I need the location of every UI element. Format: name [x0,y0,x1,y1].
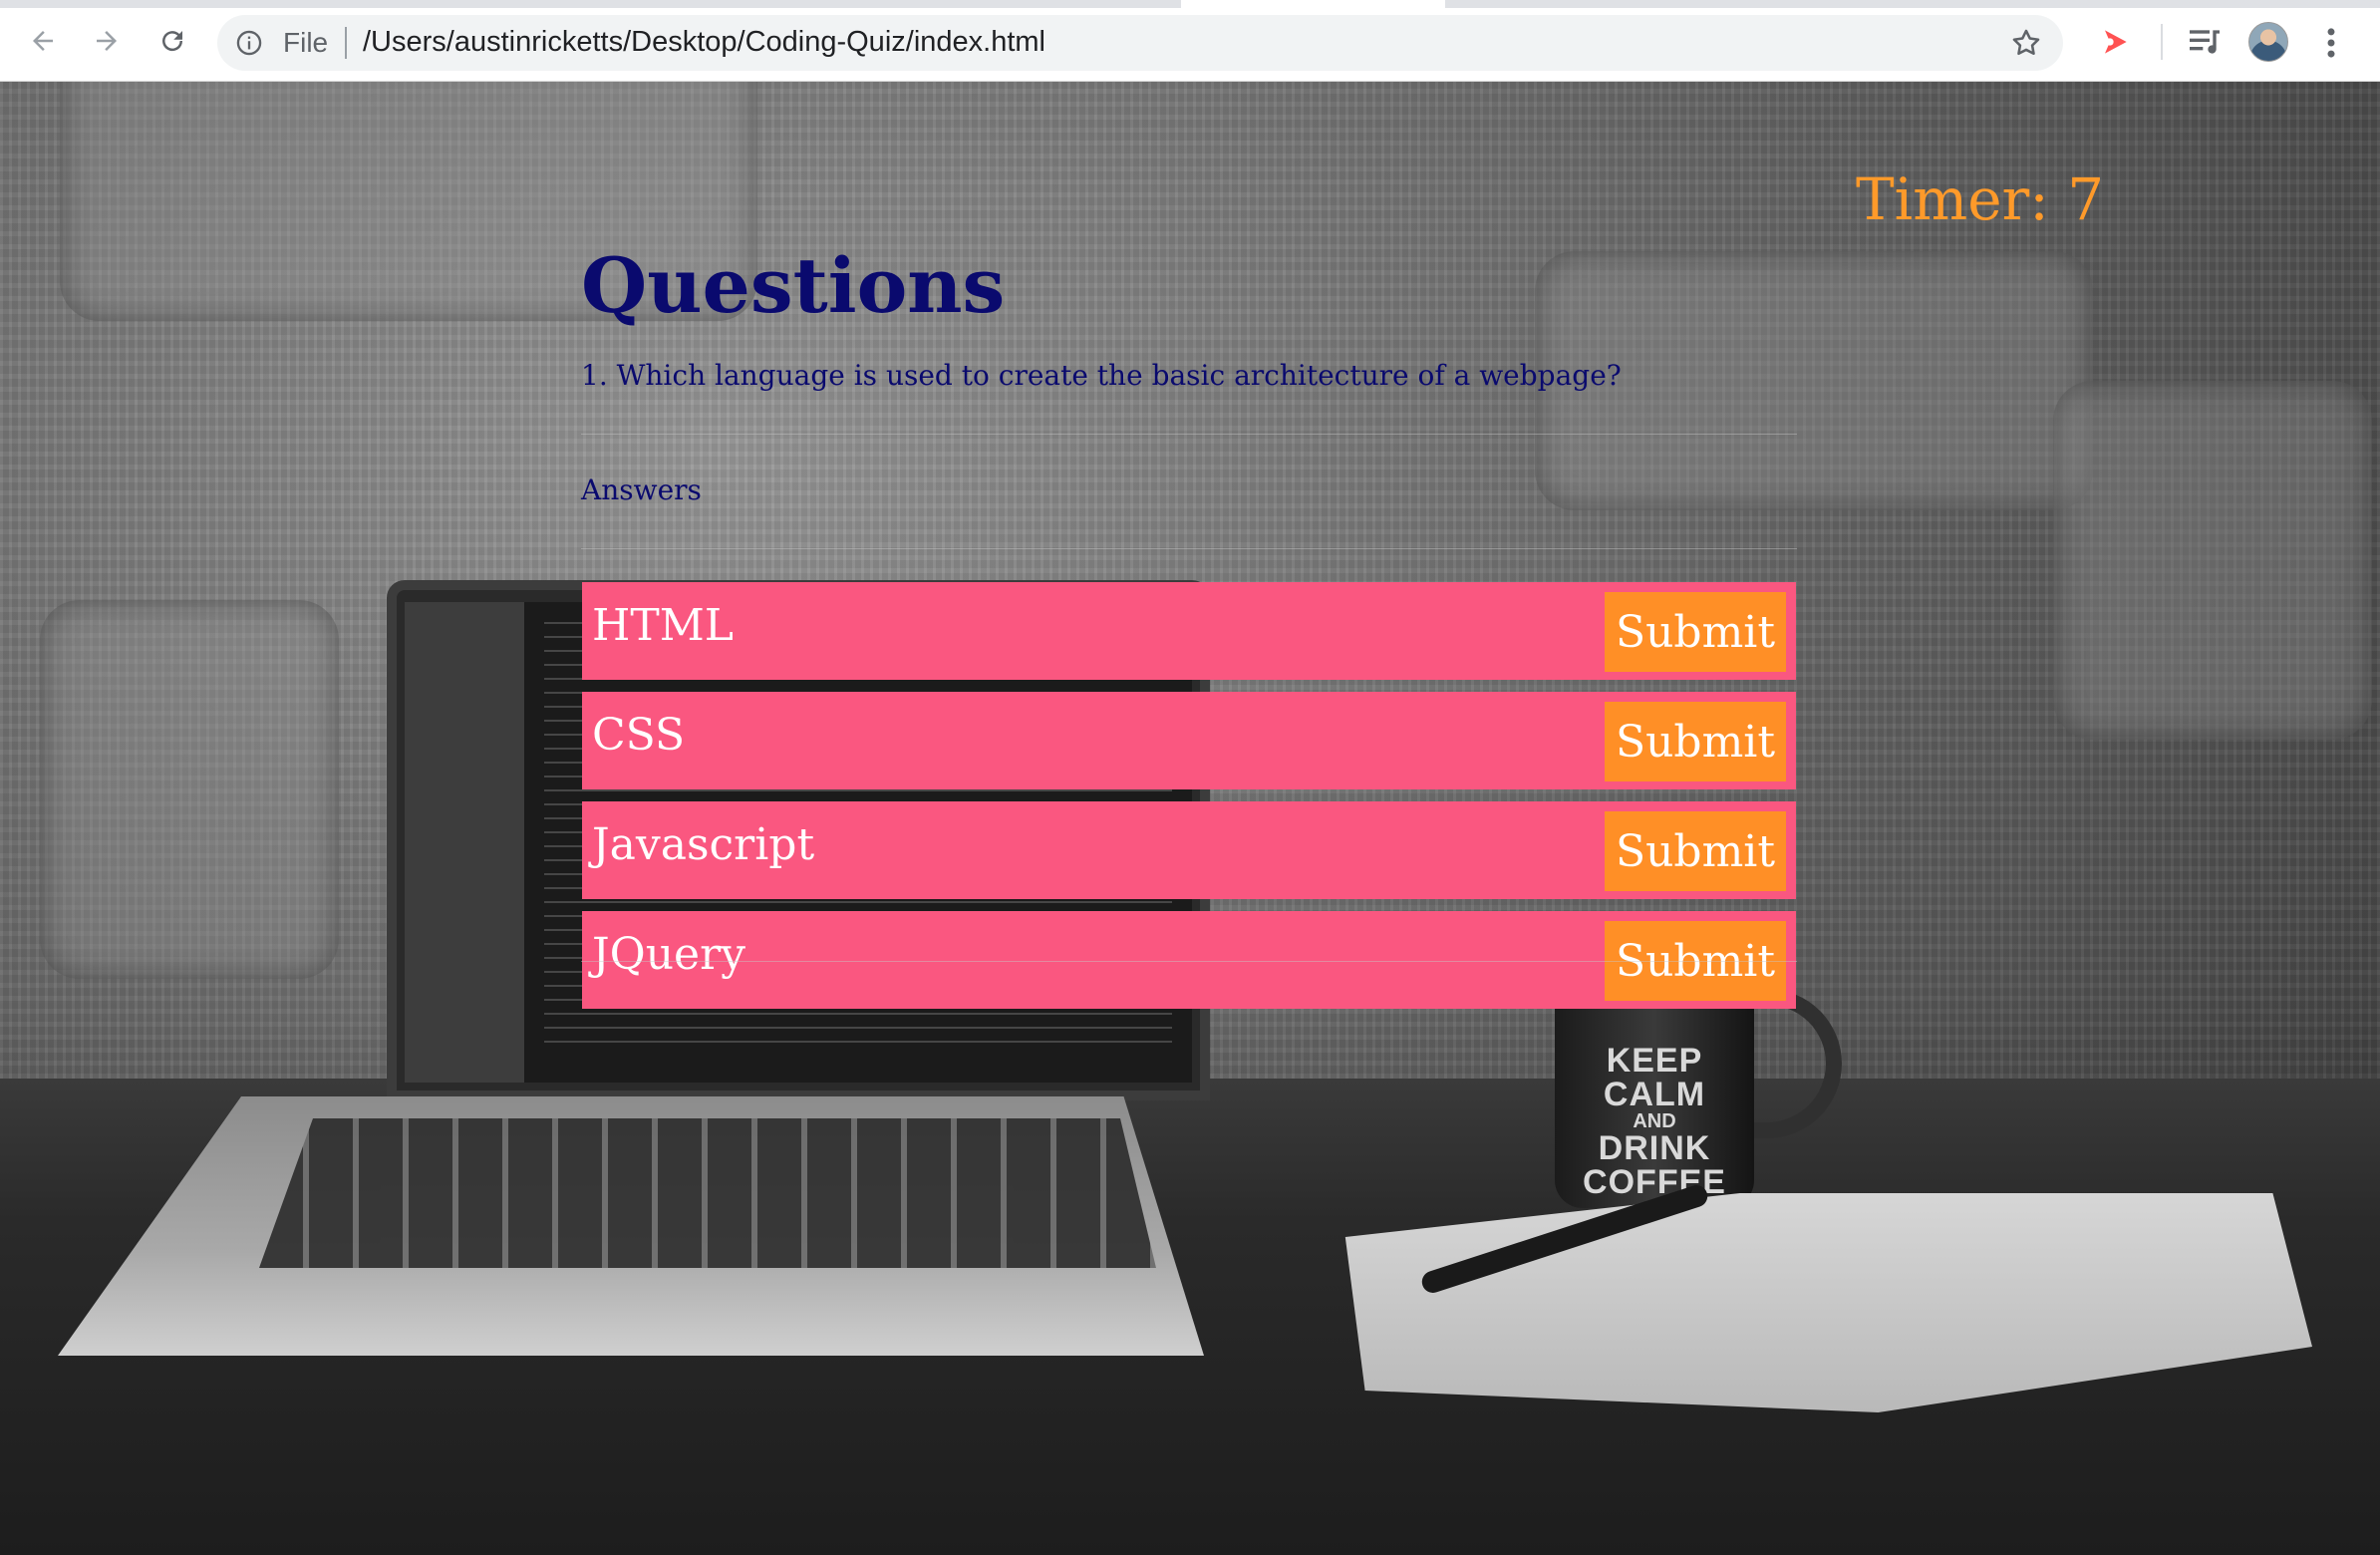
answer-option-javascript: Javascript Submit [582,801,1796,899]
omnibox-divider [345,27,347,59]
mug-print: KEEP CALM AND DRINK COFFEE [1583,1042,1726,1201]
divider [581,961,1797,962]
extension-icon[interactable] [2095,22,2135,62]
background-laptop-keyboard [259,1118,1156,1268]
answer-list: HTML Submit CSS Submit Javascript Submit… [582,582,1796,1009]
forward-button[interactable] [84,18,130,64]
answer-label: HTML [592,600,734,651]
profile-avatar[interactable] [2248,22,2288,62]
reload-icon [162,31,183,52]
active-tab[interactable] [1181,0,1445,8]
answers-heading: Answers [581,473,702,506]
submit-button[interactable]: Submit [1605,592,1786,672]
address-bar[interactable]: File /Users/austinricketts/Desktop/Codin… [217,15,2063,71]
info-icon[interactable] [235,29,263,57]
answer-option-css: CSS Submit [582,692,1796,789]
answer-option-jquery: JQuery Submit [582,911,1796,1009]
scheme-label: File [283,27,329,58]
page-viewport: KEEP CALM AND DRINK COFFEE Timer: 7 Ques… [0,82,2380,1555]
answer-label: JQuery [592,929,745,980]
submit-button[interactable]: Submit [1605,811,1786,891]
background-stone [40,600,339,979]
tab-strip [0,0,2380,8]
question-text: 1. Which language is used to create the … [581,359,1622,392]
toolbar-divider [2161,24,2163,60]
page-title: Questions [581,241,1006,330]
url-text[interactable]: /Users/austinricketts/Desktop/Coding-Qui… [363,26,1045,59]
divider [581,548,1797,549]
timer-display: Timer: 7 [1856,165,2105,233]
forward-arrow-icon [97,31,117,51]
media-playlist-icon[interactable] [2185,22,2225,62]
background-stone [2053,381,2372,740]
answer-option-html: HTML Submit [582,582,1796,680]
back-arrow-icon [33,31,53,51]
answer-label: Javascript [592,819,815,870]
back-button[interactable] [20,18,66,64]
more-menu-icon[interactable] [2318,24,2344,62]
submit-button[interactable]: Submit [1605,702,1786,781]
answer-label: CSS [592,710,686,761]
bookmark-star-icon[interactable] [2009,26,2043,60]
browser-toolbar: File /Users/austinricketts/Desktop/Codin… [0,0,2380,82]
reload-button[interactable] [149,18,195,64]
divider [581,434,1797,435]
